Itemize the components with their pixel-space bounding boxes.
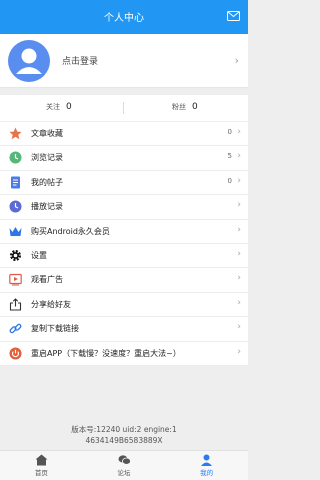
profile-icon bbox=[201, 454, 213, 466]
star-icon bbox=[9, 127, 22, 140]
menu-label: 购买Android永久会员 bbox=[31, 226, 110, 236]
menu-label: 复制下载链接 bbox=[31, 324, 79, 334]
menu-item-settings[interactable]: 设置 › bbox=[0, 244, 248, 269]
tab-home[interactable]: 首页 bbox=[0, 451, 83, 480]
chevron-right-icon: › bbox=[237, 346, 241, 357]
tab-label: 首页 bbox=[34, 469, 48, 477]
chevron-right-icon: › bbox=[237, 297, 241, 308]
history-icon bbox=[9, 200, 22, 213]
follow-stat[interactable]: 关注 0 bbox=[46, 102, 72, 112]
menu-label: 重启APP（下载慢？没速度？重启大法~） bbox=[31, 348, 181, 358]
device-id-line: 4634149B6583889X bbox=[85, 436, 163, 445]
menu-item-share[interactable]: 分享给好友 › bbox=[0, 293, 248, 318]
menu-label: 浏览记录 bbox=[31, 153, 63, 163]
menu-label: 播放记录 bbox=[31, 202, 63, 212]
chevron-right-icon: › bbox=[237, 273, 241, 284]
chevron-right-icon: › bbox=[237, 248, 241, 259]
home-icon bbox=[35, 454, 48, 466]
menu-item-watch-ads[interactable]: 观看广告 › bbox=[0, 268, 248, 293]
version-line: 版本号:12240 uid:2 engine:1 bbox=[71, 425, 177, 434]
menu-list: 文章收藏 0 › 浏览记录 5 › 我的帖子 0 › 播放记录 › 购买Andr… bbox=[0, 122, 248, 366]
menu-label: 文章收藏 bbox=[31, 129, 63, 138]
menu-item-favorites[interactable]: 文章收藏 0 › bbox=[0, 122, 248, 147]
crown-icon bbox=[9, 225, 22, 238]
user-avatar-icon[interactable] bbox=[8, 40, 50, 82]
fans-label: 粉丝 bbox=[172, 103, 186, 111]
tab-label: 论坛 bbox=[117, 469, 131, 477]
chevron-right-icon: › bbox=[237, 224, 241, 235]
menu-count: 0 bbox=[227, 128, 232, 136]
fans-stat[interactable]: 粉丝 0 bbox=[172, 102, 198, 112]
menu-item-buy-vip[interactable]: 购买Android永久会员 › bbox=[0, 220, 248, 244]
menu-label: 我的帖子 bbox=[31, 177, 63, 187]
gear-icon bbox=[9, 249, 22, 262]
power-icon bbox=[9, 347, 22, 360]
profile-card[interactable]: 点击登录 › bbox=[0, 34, 248, 88]
menu-item-history[interactable]: 浏览记录 5 › bbox=[0, 146, 248, 171]
fans-count: 0 bbox=[192, 102, 198, 112]
tab-profile[interactable]: 我的 bbox=[165, 451, 248, 480]
app-header: 个人中心 bbox=[0, 0, 248, 34]
chevron-right-icon: › bbox=[237, 200, 241, 211]
document-icon bbox=[9, 176, 22, 189]
login-link[interactable]: 点击登录 bbox=[62, 54, 98, 67]
stats-divider bbox=[123, 102, 124, 114]
menu-item-my-posts[interactable]: 我的帖子 0 › bbox=[0, 171, 248, 196]
chevron-right-icon: › bbox=[237, 322, 241, 333]
menu-label: 观看广告 bbox=[31, 275, 63, 285]
link-icon bbox=[9, 322, 22, 335]
menu-count: 5 bbox=[227, 152, 232, 161]
mail-icon[interactable] bbox=[227, 11, 240, 21]
menu-label: 设置 bbox=[31, 250, 47, 260]
share-icon bbox=[9, 297, 22, 311]
chevron-right-icon: › bbox=[237, 127, 241, 137]
tab-forum[interactable]: 论坛 bbox=[83, 451, 166, 480]
version-info: 版本号:12240 uid:2 engine:1 4634149B6583889… bbox=[0, 424, 248, 446]
menu-count: 0 bbox=[227, 176, 232, 185]
menu-label: 分享给好友 bbox=[31, 299, 71, 309]
follow-label: 关注 bbox=[46, 103, 60, 111]
video-icon bbox=[9, 273, 22, 286]
stats-bar: 关注 0 粉丝 0 bbox=[0, 95, 248, 121]
forum-icon bbox=[118, 455, 131, 465]
chevron-right-icon: › bbox=[234, 54, 239, 67]
follow-count: 0 bbox=[66, 102, 72, 112]
clock-icon bbox=[9, 151, 22, 164]
menu-item-restart-app[interactable]: 重启APP（下载慢？没速度？重启大法~） › bbox=[0, 342, 248, 366]
bottom-tab-bar: 首页 论坛 我的 bbox=[0, 450, 248, 480]
page-title: 个人中心 bbox=[104, 13, 144, 24]
chevron-right-icon: › bbox=[237, 151, 241, 162]
chevron-right-icon: › bbox=[237, 175, 241, 186]
tab-label: 我的 bbox=[200, 469, 214, 477]
menu-item-copy-link[interactable]: 复制下载链接 › bbox=[0, 317, 248, 342]
menu-item-play-history[interactable]: 播放记录 › bbox=[0, 195, 248, 220]
